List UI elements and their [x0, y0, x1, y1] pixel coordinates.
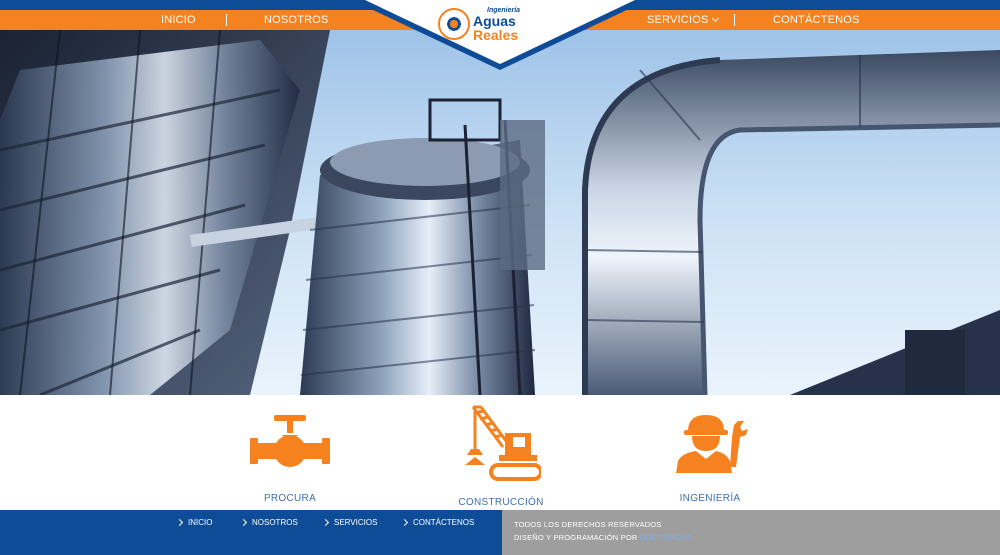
- footer-link-inicio[interactable]: INICIO: [175, 518, 213, 527]
- credit-link[interactable]: ODEF GROUP: [640, 533, 692, 542]
- footer-copyright: TODOS LOS DERECHOS RESERVADOS DISEÑO Y P…: [502, 510, 1000, 555]
- nav-contactenos-link[interactable]: CONTÁCTENOS: [773, 14, 860, 26]
- industrial-plant-illustration: [0, 30, 1000, 395]
- crane-icon: [465, 405, 541, 481]
- nav-servicios-link[interactable]: SERVICIOS: [647, 14, 719, 26]
- chevron-down-icon: [711, 14, 719, 23]
- main-nav-left: INICIO NOSOTROS: [0, 10, 360, 30]
- footer-nav: INICIO NOSOTROS SERVICIOS CONTÁCTENOS: [0, 510, 502, 555]
- chevron-right-icon: [239, 518, 248, 527]
- engineer-icon: [676, 415, 748, 473]
- nav-inicio-link[interactable]: INICIO: [161, 14, 196, 26]
- nav-separator: [226, 14, 227, 26]
- service-label: INGENIERÍA: [679, 493, 741, 504]
- credit-line: DISEÑO Y PROGRAMACIÓN POR ODEF GROUP: [514, 531, 692, 544]
- footer-link-nosotros[interactable]: NOSOTROS: [239, 518, 298, 527]
- service-label: PROCURA: [263, 493, 317, 504]
- service-construccion[interactable]: CONSTRUCCIÓN: [431, 405, 571, 508]
- rights-reserved-text: TODOS LOS DERECHOS RESERVADOS: [514, 520, 662, 529]
- copyright-text: TODOS LOS DERECHOS RESERVADOS DISEÑO Y P…: [514, 518, 692, 544]
- logo-word-reales: Reales: [473, 26, 519, 43]
- footer-link-label: CONTÁCTENOS: [413, 518, 475, 527]
- main-nav-right: SERVICIOS CONTÁCTENOS: [600, 10, 1000, 30]
- valve-icon: [250, 415, 330, 467]
- logo-wordmark: Aguas Reales: [473, 14, 543, 42]
- nav-servicios-label: SERVICIOS: [647, 14, 709, 26]
- service-procura[interactable]: PROCURA: [220, 413, 360, 504]
- hero-banner: [0, 30, 1000, 395]
- footer-link-label: NOSOTROS: [252, 518, 298, 527]
- logo-text: Ingeniería Aguas Reales: [473, 7, 543, 42]
- nav-nosotros-link[interactable]: NOSOTROS: [264, 14, 329, 26]
- service-ingenieria[interactable]: INGENIERÍA: [640, 413, 780, 504]
- logo-emblem-icon: [438, 8, 470, 40]
- footer-link-label: SERVICIOS: [334, 518, 378, 527]
- footer-link-contactenos[interactable]: CONTÁCTENOS: [400, 518, 475, 527]
- site-logo[interactable]: Ingeniería Aguas Reales: [438, 4, 543, 44]
- nav-separator: [734, 14, 735, 26]
- credit-prefix: DISEÑO Y PROGRAMACIÓN POR: [514, 533, 638, 542]
- chevron-right-icon: [400, 518, 409, 527]
- chevron-right-icon: [175, 518, 184, 527]
- chevron-right-icon: [321, 518, 330, 527]
- services-section: PROCURA CONSTRUCCIÓN INGENIERÍA: [0, 395, 1000, 510]
- footer-link-label: INICIO: [188, 518, 213, 527]
- service-label: CONSTRUCCIÓN: [458, 497, 544, 508]
- footer-link-servicios[interactable]: SERVICIOS: [321, 518, 378, 527]
